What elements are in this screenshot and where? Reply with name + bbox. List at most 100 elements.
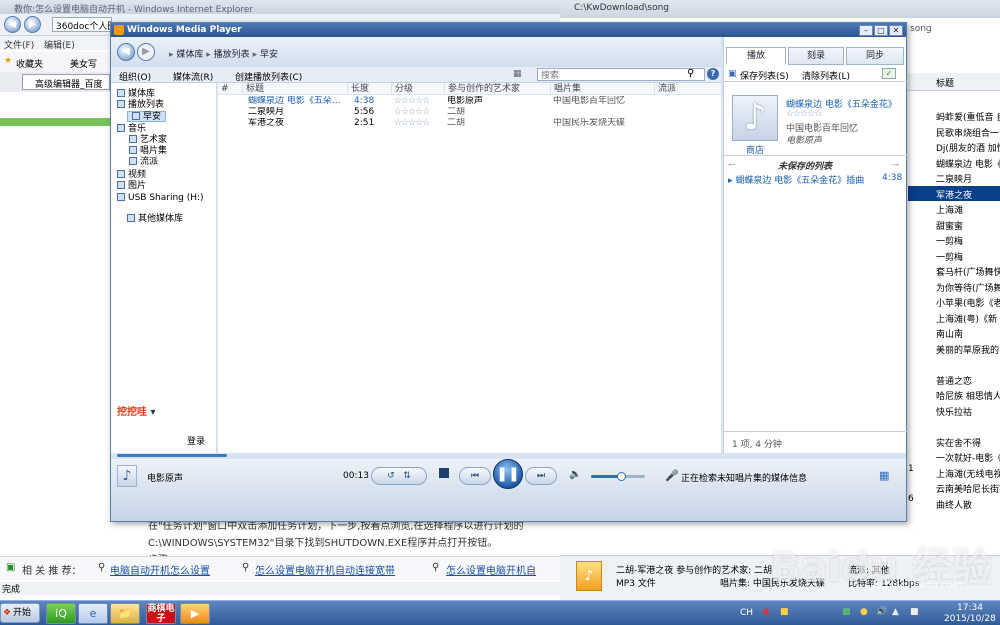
col-title[interactable]: 标题 [242,83,347,95]
explorer-row[interactable]: 一剪梅 [936,250,1000,265]
minimize-icon[interactable]: – [859,25,873,36]
tree-library[interactable]: 媒体库 [117,89,155,100]
tree-artist[interactable]: 艺术家 [129,135,167,146]
forward-icon[interactable]: ▶ [137,43,155,61]
related-link[interactable]: 电脑自动开机怎么设置 [110,562,210,577]
rating-stars[interactable]: ☆☆☆☆☆ [394,96,429,107]
rating-stars[interactable]: ☆☆☆☆☆ [394,107,429,118]
col-length[interactable]: 长度 [347,83,391,95]
organize-menu[interactable]: 组织(O) [119,70,151,83]
col-number[interactable]: # [218,83,242,95]
clock-time[interactable]: 17:34 [957,603,983,613]
col-rating[interactable]: 分级 [391,83,444,95]
ie-tab[interactable]: 高级编辑器_百度 [22,74,110,90]
tree-music[interactable]: 音乐 [117,124,146,135]
explorer-row[interactable]: 哈尼族 相思情人 [936,389,1000,404]
repeat-icon[interactable]: ⇅ [403,471,411,481]
explorer-row[interactable] [936,420,1000,435]
explorer-row[interactable]: 上海滩 [936,203,1000,218]
search-input[interactable] [537,68,705,81]
wawa-link[interactable]: 挖挖哇 ▾ [117,407,156,418]
explorer-row[interactable]: 民歌串烧组合一 [936,126,1000,141]
track-row[interactable]: 二泉映月 5:56 ☆☆☆☆☆ 二胡 [218,107,721,118]
explorer-row[interactable]: 普通之恋 [936,374,1000,389]
tree-pictures[interactable]: 图片 [117,181,146,192]
explorer-row[interactable]: 蝴蝶泉边 电影《 [936,157,1000,172]
shuffle-icon[interactable]: ↺ [387,471,395,481]
clock-date[interactable]: 2015/10/28 [944,614,996,624]
tray-app-icon[interactable]: ● [860,607,868,617]
breadcrumb-item[interactable]: 播放列表 [214,50,250,60]
next-icon[interactable]: ⏭ [525,467,557,485]
rating-stars[interactable]: ☆☆☆☆☆ [394,118,429,129]
explorer-row[interactable]: 甜蜜蜜 [936,219,1000,234]
explorer-row[interactable]: 曲终人散 [936,498,1000,513]
tab-burn[interactable]: 刻录 [788,47,844,65]
explorer-row[interactable] [936,358,1000,373]
breadcrumb-item[interactable]: 媒体库 [176,50,203,60]
tab-play[interactable]: 播放 [726,47,786,65]
explorer-row[interactable]: Dj(朋友的酒 加快 [936,141,1000,156]
previous-icon[interactable]: ⏮ [459,467,491,485]
breadcrumb-item[interactable]: 早安 [260,50,278,60]
tree-album[interactable]: 唱片集 [129,146,167,157]
tab-sync[interactable]: 同步 [846,47,904,65]
explorer-row[interactable]: 小苹果(电影《老 [936,296,1000,311]
track-row[interactable]: 蝴蝶泉边 电影《五朵... 4:38 ☆☆☆☆☆ 电影原声 中国电影百年回忆 [218,96,721,107]
explorer-col-title[interactable]: 标题 [908,73,1000,91]
tree-playlist-current[interactable]: 早安 [127,111,167,122]
volume-tray-icon[interactable]: 🔊 [876,607,887,617]
explorer-row[interactable]: 一剪梅 [936,234,1000,249]
network-icon[interactable]: ▩ [842,607,851,617]
media-player-icon[interactable]: ▶ [180,603,210,624]
taskbar-app-chess[interactable]: 商棋电子 [146,603,176,624]
tree-other-libraries[interactable]: 其他媒体库 [127,214,183,225]
create-playlist-menu[interactable]: 创建播放列表(C) [235,70,302,83]
explorer-row[interactable]: 美丽的草原我的 [936,343,1000,358]
ie-icon[interactable]: e [78,603,108,624]
back-icon[interactable]: ◀ [117,43,135,61]
back-icon[interactable]: ◀ [4,16,21,33]
menu-edit[interactable]: 编辑(E) [44,38,75,51]
explorer-row[interactable]: 套马杆(广场舞快 [936,265,1000,280]
language-indicator[interactable]: CH [740,608,753,618]
tree-genre[interactable]: 流派 [129,157,158,168]
related-link[interactable]: 怎么设置电脑开机自 [446,562,560,577]
track-row[interactable]: 军港之夜 2:51 ☆☆☆☆☆ 二胡 中国民乐发烧天碟 [218,118,721,129]
related-link[interactable]: 怎么设置电脑开机自动连接宽带 [255,562,395,577]
favorites-label[interactable]: 收藏夹 [16,57,43,70]
next-list-icon[interactable]: 🠂 [892,158,899,174]
taskbar-app-icon[interactable]: iQ [46,603,76,624]
volume-slider[interactable] [591,472,645,481]
explorer-search[interactable]: song [910,24,932,34]
explorer-row[interactable]: 南山南 [936,327,1000,342]
volume-knob[interactable] [616,472,626,481]
queue-item[interactable]: ▸ 蝴蝶泉边 电影《五朵金花》插曲 [728,173,878,186]
tree-video[interactable]: 视频 [117,170,146,181]
login-link[interactable]: 登录 [187,437,205,448]
folder-icon[interactable]: 📁 [110,603,140,624]
help-icon[interactable]: ? [707,68,719,80]
volume-icon[interactable]: 🔈 [569,469,581,480]
col-artist[interactable]: 参与创作的艺术家 [444,83,550,95]
explorer-row[interactable]: 实在舍不得 [936,436,1000,451]
explorer-row[interactable]: 上海滩(无线电视 [936,467,1000,482]
explorer-row[interactable]: 云南美哈尼长街宴 [936,482,1000,497]
explorer-row[interactable]: 二泉映月 [936,172,1000,187]
now-playing-rating[interactable]: ☆☆☆☆☆ [786,109,822,119]
col-album[interactable]: 唱片集 [550,83,654,95]
stream-menu[interactable]: 媒体流(R) [173,70,213,83]
view-options-icon[interactable]: ▦ [513,69,522,79]
switch-view-icon[interactable]: ▦ [879,469,889,482]
ie-tab-label[interactable]: 360doc个人图书馆 [52,17,112,32]
forward-icon[interactable]: ▶ [24,16,41,33]
stop-icon[interactable] [439,468,449,478]
tray-app-icon[interactable]: ■ [780,607,789,617]
pause-icon[interactable]: ❚❚ [493,459,523,489]
start-button[interactable]: ❖ 开始 [0,603,40,623]
input-method-icon[interactable]: ◉ [762,607,770,617]
col-genre[interactable]: 流派 [654,83,721,95]
tray-app-icon[interactable]: ■ [910,607,919,617]
explorer-row[interactable]: 快乐拉祜 [936,405,1000,420]
seek-bar[interactable] [117,454,227,457]
